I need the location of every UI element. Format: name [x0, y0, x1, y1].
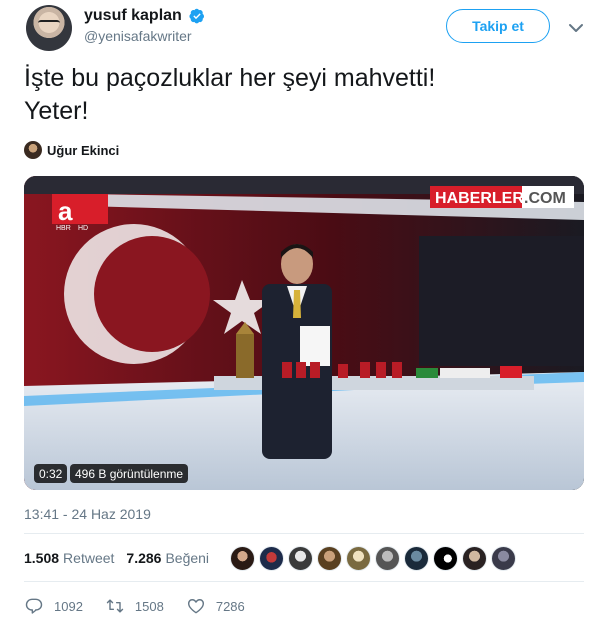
channel-sub-label: HBR [56, 225, 71, 232]
video-views-badge: 496 B görüntülenme [70, 464, 189, 483]
liker-avatar[interactable] [404, 546, 429, 571]
desk-item [392, 362, 402, 378]
reply-icon [25, 598, 43, 614]
liker-avatar[interactable] [433, 546, 458, 571]
retweet-action[interactable]: 1508 [105, 596, 164, 616]
tweet-text: İşte bu paçozluklar her şeyi mahvetti! Y… [24, 62, 584, 128]
video-attribution[interactable]: Uğur Ekinci [24, 140, 119, 160]
video-frame: a HBR HD HABERLER .COM [24, 176, 584, 490]
attribution-avatar[interactable] [24, 141, 42, 159]
retweet-icon [106, 599, 124, 613]
watermark-text: HABERLER [435, 190, 524, 207]
like-action-count: 7286 [215, 598, 245, 614]
channel-hd-label: HD [78, 225, 88, 232]
desk-flag-green [416, 368, 438, 378]
retweet-action-count: 1508 [134, 598, 164, 614]
watermark-suffix-text: .COM [524, 190, 566, 207]
desk-lantern [236, 334, 254, 378]
chevron-down-icon[interactable] [566, 18, 586, 38]
video-player[interactable]: a HBR HD HABERLER .COM 0:32 496 B görünt… [24, 176, 584, 490]
liker-avatar[interactable] [462, 546, 487, 571]
reply-action[interactable]: 1092 [24, 596, 83, 616]
like-label[interactable]: Beğeni [165, 550, 209, 566]
desk-tray [440, 368, 490, 378]
desk-item [376, 362, 386, 378]
tweet-text-line1: İşte bu paçozluklar her şeyi mahvetti! [24, 64, 436, 92]
engagement-stats: 1.508 Retweet 7.286 Beğeni [24, 545, 221, 571]
desk-item [338, 364, 348, 378]
presenter-papers [300, 326, 330, 366]
author-handle[interactable]: @yenisafakwriter [84, 28, 205, 44]
author-display-name[interactable]: yusuf kaplan [84, 7, 182, 25]
desk-item [360, 362, 370, 378]
verified-badge-icon [189, 8, 205, 24]
liker-avatar[interactable] [259, 546, 284, 571]
desk-flag-red [500, 366, 522, 378]
like-count[interactable]: 7.286 [126, 550, 161, 566]
flag-crescent-inner [94, 236, 210, 352]
tweet-text-line2: Yeter! [24, 97, 89, 125]
author-avatar[interactable] [26, 5, 72, 51]
attribution-name[interactable]: Uğur Ekinci [47, 143, 119, 158]
liker-avatar[interactable] [491, 546, 516, 571]
liker-avatar[interactable] [230, 546, 255, 571]
presenter-tie [293, 290, 301, 318]
retweet-label[interactable]: Retweet [63, 550, 114, 566]
like-action[interactable]: 7286 [186, 596, 245, 616]
video-duration-badge: 0:32 [34, 464, 68, 483]
retweet-count[interactable]: 1.508 [24, 550, 59, 566]
tweet-header: yusuf kaplan @yenisafakwriter Takip et [0, 0, 612, 58]
liker-avatar[interactable] [375, 546, 400, 571]
desk-item [310, 362, 320, 378]
liker-avatar[interactable] [288, 546, 313, 571]
avatar-glasses [38, 20, 60, 26]
divider [24, 581, 584, 582]
tweet-timestamp[interactable]: 13:41 - 24 Haz 2019 [24, 506, 151, 522]
heart-icon [187, 599, 204, 614]
author-name-block[interactable]: yusuf kaplan @yenisafakwriter [84, 7, 205, 44]
desk-item [296, 362, 306, 378]
likers-avatars [230, 546, 520, 571]
follow-button[interactable]: Takip et [446, 9, 550, 43]
channel-logo-letter: a [58, 196, 73, 226]
desk-item [282, 362, 292, 378]
studio-screen [419, 236, 584, 366]
reply-count: 1092 [54, 598, 83, 614]
divider [24, 533, 584, 534]
liker-avatar[interactable] [346, 546, 371, 571]
liker-avatar[interactable] [317, 546, 342, 571]
tweet-actions: 1092 1508 7286 [24, 594, 267, 618]
